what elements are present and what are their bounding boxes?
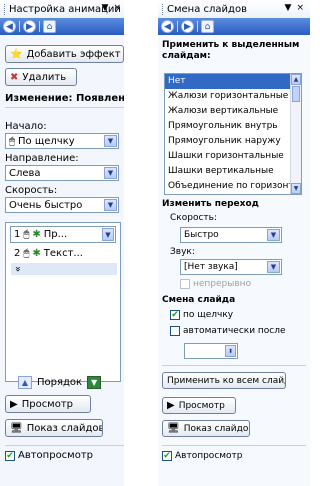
apply-selected-heading: Применить к выделенным слайдам: — [162, 40, 300, 61]
chevron-down-icon[interactable]: ▼ — [104, 135, 117, 147]
scroll-up-icon[interactable]: ▲ — [291, 74, 301, 85]
loop-checkbox[interactable] — [180, 279, 190, 289]
autopreview-option[interactable]: ✔ Автопросмотр — [5, 450, 93, 461]
mouse-icon: 🖱 — [23, 229, 30, 240]
forward-icon[interactable]: ▶ — [23, 20, 36, 33]
list-item[interactable]: Прямоугольник наружу — [165, 134, 301, 149]
move-down-icon[interactable]: ▼ — [87, 376, 102, 389]
sound-label: Звук: — [170, 247, 195, 257]
slide-transition-pane: Смена слайдов ▼ × ◀ ▶ ⌂ Применить к выде… — [158, 0, 310, 486]
chevron-down-icon[interactable]: ▼ — [104, 199, 117, 211]
start-label: Начало: — [5, 121, 47, 132]
chevron-down-icon[interactable]: ▼ — [102, 228, 114, 241]
slideshow-button[interactable]: 🖥 Показ слайдов — [162, 420, 250, 437]
order-label: Порядок — [37, 377, 83, 388]
list-item[interactable]: Нет — [165, 74, 301, 89]
autopreview-checkbox[interactable]: ✔ — [162, 451, 172, 461]
home-icon[interactable]: ⌂ — [43, 20, 56, 33]
divider — [162, 445, 306, 446]
nav-bar: ◀ ▶ ⌂ — [0, 18, 124, 35]
scroll-down-icon[interactable]: ▼ — [291, 183, 301, 194]
start-select[interactable]: 🖱 По щелчку ▼ — [5, 133, 119, 149]
reorder-group: ▲ Порядок ▼ — [18, 376, 102, 389]
speed-select[interactable]: Быстро ▼ — [180, 227, 282, 243]
speed-label: Скорость: — [5, 185, 58, 196]
play-icon: ▶ — [10, 398, 18, 410]
list-item[interactable]: Шашки вертикальные — [165, 164, 301, 179]
divider — [5, 445, 124, 446]
chevron-down-icon[interactable]: ▼ — [104, 167, 117, 179]
preview-button[interactable]: ▶ Просмотр — [162, 397, 236, 414]
back-icon[interactable]: ◀ — [161, 20, 174, 33]
chevron-down-icon[interactable]: ▼ — [267, 261, 280, 273]
expand-contents[interactable]: » — [11, 263, 117, 275]
speed-label: Скорость: — [170, 213, 217, 223]
apply-to-all-button[interactable]: Применить ко всем слайдам — [162, 372, 286, 389]
pane-menu-arrow-icon[interactable]: ▼ — [102, 3, 109, 13]
auto-advance-checkbox[interactable] — [170, 326, 180, 336]
pane-body: Применить к выделенным слайдам: Нет Жалюз… — [158, 35, 310, 486]
pane-title: Смена слайдов — [167, 3, 247, 15]
direction-select[interactable]: Слева ▼ — [5, 165, 119, 181]
on-click-checkbox[interactable]: ✔ — [170, 310, 180, 320]
slideshow-button[interactable]: 🖥 Показ слайдов — [5, 419, 103, 437]
speed-select[interactable]: Очень быстро ▼ — [5, 197, 119, 213]
autopreview-checkbox[interactable]: ✔ — [5, 450, 15, 461]
mouse-icon: 🖱 — [9, 135, 15, 147]
play-icon: ▶ — [167, 400, 175, 411]
list-item[interactable]: Жалюзи горизонтальные — [165, 89, 301, 104]
divider — [162, 365, 306, 366]
nav-bar: ◀ ▶ ⌂ — [158, 18, 310, 35]
vertical-scrollbar[interactable]: ▲ ▼ — [290, 74, 301, 194]
pane-body: ⭐ Добавить эффект ▾ ✖ Удалить Изменение:… — [0, 35, 124, 486]
expand-icon: » — [12, 265, 24, 273]
slideshow-icon: 🖥 — [167, 423, 180, 434]
auto-advance-option[interactable]: автоматически после — [170, 326, 286, 336]
scroll-thumb[interactable] — [292, 86, 300, 102]
star-add-icon: ⭐ — [10, 48, 23, 60]
list-item[interactable]: Прямоугольник внутрь — [165, 119, 301, 134]
change-heading: Изменение: Появление — [5, 93, 124, 104]
autopreview-option[interactable]: ✔ Автопросмотр — [162, 451, 243, 461]
effect-star-icon: ✱ — [32, 248, 41, 259]
slideshow-icon: 🖥 — [10, 422, 23, 434]
custom-animation-pane: Настройка анимации ▼ × ◀ ▶ ⌂ ⭐ Добавить … — [0, 0, 124, 486]
delete-button[interactable]: ✖ Удалить — [5, 68, 77, 86]
transition-items: Нет Жалюзи горизонтальные Жалюзи вертикаль… — [165, 74, 301, 194]
close-icon[interactable]: × — [113, 3, 121, 13]
home-icon[interactable]: ⌂ — [201, 20, 214, 33]
list-item[interactable]: 2 🖱 ✱ Текст... — [10, 245, 116, 262]
grip-icon[interactable] — [4, 3, 6, 15]
add-effect-button[interactable]: ⭐ Добавить эффект ▾ — [5, 45, 124, 63]
chevron-down-icon[interactable]: ▼ — [267, 229, 280, 241]
direction-label: Направление: — [5, 153, 79, 164]
list-item[interactable]: Шашки горизонтальные — [165, 149, 301, 164]
sound-select[interactable]: [Нет звука] ▼ — [180, 259, 282, 275]
list-item[interactable]: 1 🖱 ✱ Пр... ▼ — [10, 226, 116, 243]
auto-advance-time-input[interactable]: ⬍ — [184, 343, 238, 359]
close-icon[interactable]: × — [296, 3, 304, 13]
move-up-icon[interactable]: ▲ — [18, 376, 32, 389]
forward-icon[interactable]: ▶ — [181, 20, 194, 33]
effect-star-icon: ✱ — [32, 229, 41, 240]
advance-slide-heading: Смена слайда — [162, 295, 236, 305]
pane-title-bar: Смена слайдов ▼ × — [158, 0, 310, 18]
pane-menu-arrow-icon[interactable]: ▼ — [285, 3, 292, 13]
effects-list[interactable]: 1 🖱 ✱ Пр... ▼ 2 🖱 ✱ Текст... » — [5, 222, 121, 382]
transition-list[interactable]: Нет Жалюзи горизонтальные Жалюзи вертикаль… — [164, 73, 302, 195]
on-click-option[interactable]: ✔ по щелчку — [170, 310, 233, 320]
preview-button[interactable]: ▶ Просмотр — [5, 395, 91, 413]
list-item[interactable]: Объединение по горизонт... — [165, 179, 301, 194]
back-icon[interactable]: ◀ — [3, 20, 16, 33]
list-item[interactable]: Жалюзи вертикальные — [165, 104, 301, 119]
divider — [5, 107, 124, 108]
change-transition-heading: Изменить переход — [162, 199, 259, 209]
delete-icon: ✖ — [10, 71, 19, 83]
loop-option[interactable]: непрерывно — [180, 279, 251, 289]
spinner-icon[interactable]: ⬍ — [225, 345, 236, 357]
pane-title-bar: Настройка анимации ▼ × — [0, 0, 124, 18]
grip-icon[interactable] — [162, 3, 164, 15]
mouse-icon: 🖱 — [23, 248, 30, 259]
